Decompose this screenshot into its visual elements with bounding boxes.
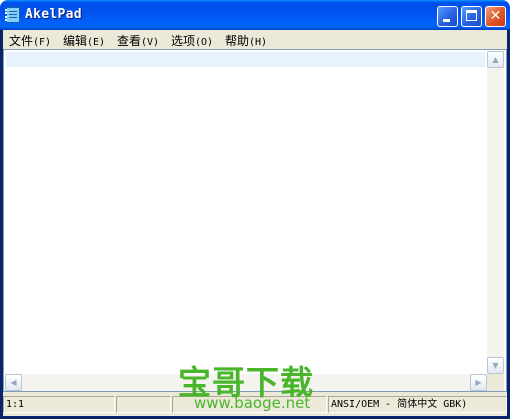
chevron-up-icon: ▲ xyxy=(492,55,499,64)
menu-options-label: 选项 xyxy=(171,34,196,48)
window-frame: 文件(F) 编辑(E) 查看(V) 选项(O) 帮助(H) ▲ ▼ ◀ ▶ 1:… xyxy=(3,30,507,416)
status-modified xyxy=(172,396,327,413)
title-bar[interactable]: AkelPad ✕ xyxy=(0,0,510,30)
menu-file[interactable]: 文件(F) xyxy=(9,32,51,49)
scroll-up-button[interactable]: ▲ xyxy=(487,51,504,68)
minimize-button[interactable] xyxy=(437,6,458,27)
current-line-highlight xyxy=(6,52,485,67)
scroll-left-button[interactable]: ◀ xyxy=(5,374,22,391)
scroll-down-button[interactable]: ▼ xyxy=(487,357,504,374)
menu-view-mnemonic: (V) xyxy=(141,37,160,48)
menu-file-label: 文件 xyxy=(9,34,34,48)
text-editor[interactable]: ▲ ▼ ◀ ▶ xyxy=(3,49,507,392)
app-window: AkelPad ✕ 文件(F) 编辑(E) 查看(V) 选项(O) 帮助(H) … xyxy=(0,0,510,419)
maximize-icon xyxy=(466,10,477,21)
menu-file-mnemonic: (F) xyxy=(33,37,52,48)
notepad-icon[interactable] xyxy=(5,7,20,23)
chevron-right-icon: ▶ xyxy=(475,378,482,387)
chevron-down-icon: ▼ xyxy=(492,361,499,370)
menu-help[interactable]: 帮助(H) xyxy=(225,32,267,49)
menu-options-mnemonic: (O) xyxy=(195,37,214,48)
menu-edit-label: 编辑 xyxy=(63,34,88,48)
horizontal-scrollbar[interactable]: ◀ ▶ xyxy=(5,374,487,391)
window-title: AkelPad xyxy=(25,7,82,22)
menu-help-mnemonic: (H) xyxy=(249,37,268,48)
maximize-button[interactable] xyxy=(461,6,482,27)
chevron-left-icon: ◀ xyxy=(10,378,17,387)
close-icon: ✕ xyxy=(489,8,502,24)
menu-edit-mnemonic: (E) xyxy=(87,37,106,48)
menu-bar: 文件(F) 编辑(E) 查看(V) 选项(O) 帮助(H) xyxy=(3,30,507,49)
status-insert-mode xyxy=(116,396,171,413)
close-button[interactable]: ✕ xyxy=(485,6,506,27)
scroll-right-button[interactable]: ▶ xyxy=(470,374,487,391)
menu-options[interactable]: 选项(O) xyxy=(171,32,213,49)
scrollbar-corner xyxy=(487,374,504,391)
minimize-icon xyxy=(443,19,450,22)
status-cursor-position: 1:1 xyxy=(3,396,115,413)
status-bar: 1:1 ANSI/OEM - 简体中文 GBK) xyxy=(3,394,507,416)
menu-help-label: 帮助 xyxy=(225,34,250,48)
menu-view-label: 查看 xyxy=(117,34,142,48)
status-encoding[interactable]: ANSI/OEM - 简体中文 GBK) xyxy=(328,396,507,413)
menu-view[interactable]: 查看(V) xyxy=(117,32,159,49)
vertical-scrollbar[interactable]: ▲ ▼ xyxy=(487,51,504,374)
menu-edit[interactable]: 编辑(E) xyxy=(63,32,105,49)
